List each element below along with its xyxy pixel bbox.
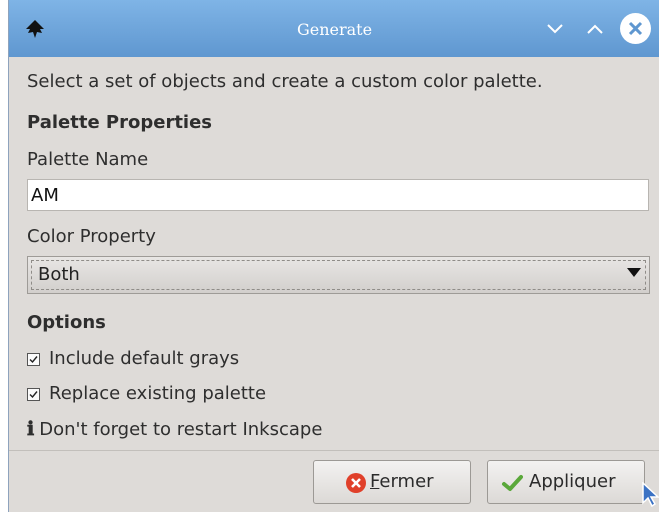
maximize-button[interactable] [582, 16, 608, 42]
restart-notice: ℹ Don't forget to restart Inkscape [27, 418, 322, 441]
close-icon [628, 21, 643, 36]
generate-dialog: Generate Select a set of objects and cre… [8, 0, 659, 512]
minimize-button[interactable] [542, 16, 568, 42]
include-grays-checkbox[interactable] [27, 353, 40, 366]
chevron-down-icon [547, 24, 563, 34]
checkmark-icon [29, 391, 38, 399]
instruction-text: Select a set of objects and create a cus… [27, 71, 543, 92]
include-grays-option[interactable]: Include default grays [27, 348, 307, 372]
palette-name-input[interactable] [27, 179, 649, 211]
checkmark-icon [502, 475, 523, 491]
replace-palette-checkbox[interactable] [27, 388, 40, 401]
mouse-pointer-icon [642, 482, 659, 508]
palette-properties-heading: Palette Properties [27, 112, 213, 133]
error-icon [346, 473, 366, 493]
checkmark-icon [29, 356, 38, 364]
chevron-up-icon [587, 24, 603, 34]
color-property-dropdown[interactable]: Both [27, 256, 650, 294]
fermer-button[interactable]: Fermer [313, 460, 471, 504]
title-bar[interactable]: Generate [9, 0, 659, 57]
include-grays-label: Include default grays [49, 348, 240, 369]
appliquer-button[interactable]: Appliquer [487, 460, 645, 504]
palette-name-label: Palette Name [27, 149, 149, 170]
fermer-label: Fermer [370, 471, 434, 492]
dropdown-arrow-icon [627, 268, 641, 277]
replace-palette-option[interactable]: Replace existing palette [27, 383, 327, 407]
color-property-value: Both [38, 264, 80, 285]
close-window-button[interactable] [620, 13, 651, 44]
button-separator [9, 450, 659, 451]
replace-palette-label: Replace existing palette [49, 383, 267, 404]
appliquer-label: Appliquer [529, 471, 616, 492]
color-property-label: Color Property [27, 226, 156, 247]
options-heading: Options [27, 312, 106, 333]
info-icon: ℹ [27, 418, 35, 440]
restart-notice-text: Don't forget to restart Inkscape [39, 419, 323, 440]
